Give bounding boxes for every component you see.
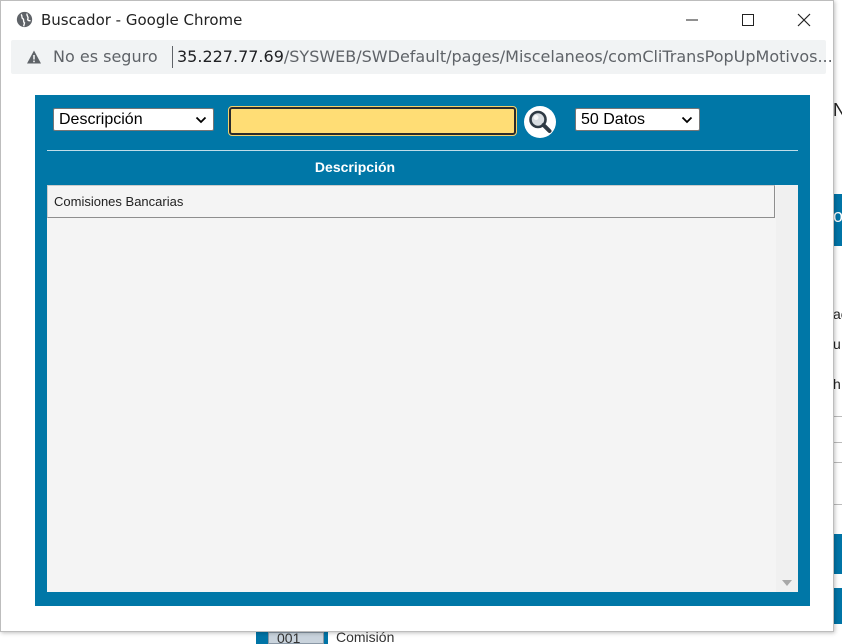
- background-text: o: [833, 206, 842, 226]
- maximize-icon: [742, 14, 754, 26]
- results-count-value: 50 Datos: [581, 111, 646, 128]
- minimize-icon: [686, 19, 698, 21]
- chevron-down-icon: [195, 116, 207, 124]
- background-label-text: Comisión: [336, 632, 395, 644]
- background-label-cell: Comisión: [328, 632, 842, 644]
- scrollbar[interactable]: [776, 185, 798, 592]
- background-text: ac: [833, 306, 842, 322]
- chevron-down-icon: [681, 116, 693, 124]
- url-path: /SYSWEB/SWDefault/pages/Miscelaneos/comC…: [283, 47, 833, 66]
- results-count-select[interactable]: 50 Datos: [575, 108, 700, 131]
- search-panel: Descripción 50 Datos Descripción Comisio…: [35, 95, 810, 606]
- background-divider: [833, 504, 842, 505]
- scroll-down-arrow-icon[interactable]: [782, 580, 792, 586]
- background-text: u: [833, 336, 841, 352]
- warning-icon[interactable]: [26, 49, 42, 65]
- background-divider: [833, 462, 842, 463]
- background-side-strip: N o ac u h: [833, 96, 842, 644]
- background-table-row: 001 Comisión: [256, 632, 842, 644]
- minimize-button[interactable]: [669, 1, 715, 39]
- address-separator: [172, 46, 173, 68]
- close-button[interactable]: [781, 1, 827, 39]
- url-text[interactable]: 35.227.77.69/SYSWEB/SWDefault/pages/Misc…: [177, 47, 833, 66]
- browser-popup-window: Buscador - Google Chrome No es seguro 35…: [0, 0, 834, 632]
- url-host: 35.227.77.69: [177, 47, 284, 66]
- background-divider: [833, 416, 842, 417]
- results-grid: Comisiones Bancarias: [47, 185, 798, 592]
- search-button[interactable]: [524, 106, 556, 138]
- close-icon: [797, 13, 811, 27]
- background-text: N: [833, 100, 842, 120]
- table-row[interactable]: Comisiones Bancarias: [47, 185, 775, 218]
- maximize-button[interactable]: [725, 1, 771, 39]
- security-label[interactable]: No es seguro: [53, 47, 158, 66]
- column-header-descripcion[interactable]: Descripción: [47, 159, 663, 175]
- background-bar: [833, 534, 842, 574]
- background-code-cell: 001: [268, 632, 324, 644]
- background-code-text: 001: [277, 632, 301, 644]
- background-text: h: [833, 376, 841, 392]
- title-bar[interactable]: Buscador - Google Chrome: [1, 1, 833, 39]
- window-title: Buscador - Google Chrome: [41, 11, 243, 29]
- panel-divider: [47, 150, 798, 151]
- search-icon: [529, 110, 552, 133]
- background-bar: [833, 588, 842, 624]
- row-descripcion: Comisiones Bancarias: [54, 194, 184, 209]
- search-input[interactable]: [228, 106, 517, 136]
- globe-icon: [16, 11, 33, 28]
- background-divider: [833, 442, 842, 443]
- search-field-select[interactable]: Descripción: [53, 108, 214, 131]
- search-field-value: Descripción: [59, 111, 143, 128]
- address-bar[interactable]: No es seguro 35.227.77.69/SYSWEB/SWDefau…: [11, 40, 833, 74]
